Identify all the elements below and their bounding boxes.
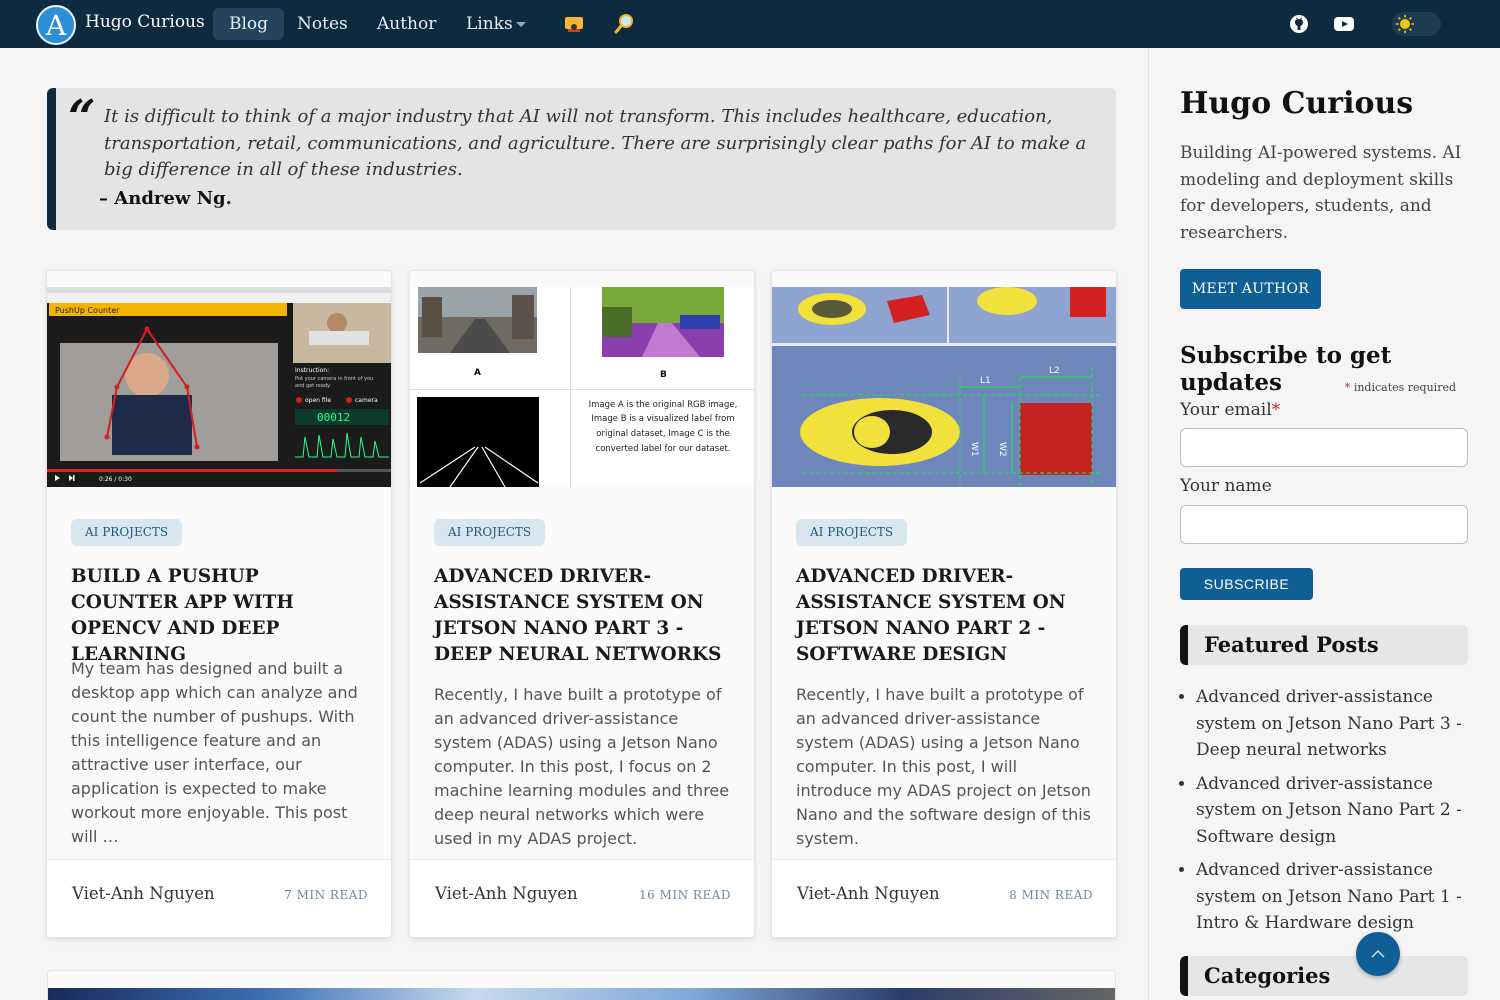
brand-name[interactable]: Hugo Curious (85, 12, 205, 32)
top-navbar: A Hugo Curious Blog Notes Author Links (0, 0, 1500, 48)
read-time: 7 MIN READ (284, 888, 368, 902)
dim-w2: W2 (997, 442, 1007, 457)
search-icon[interactable] (612, 12, 636, 36)
svg-text:Image A is the original RGB im: Image A is the original RGB image, (589, 400, 738, 410)
category-badge[interactable]: AI PROJECTS (434, 519, 546, 546)
svg-text:and get ready.: and get ready. (295, 383, 331, 389)
category-badge[interactable]: AI PROJECTS (71, 519, 183, 546)
post-card-adas-part2[interactable]: L1 L2 W1 W2 AI PROJECTS ADVANCED DRIVER-… (771, 270, 1117, 938)
svg-text:converted label for our datase: converted label for our dataset. (596, 444, 731, 454)
dim-l1: L1 (980, 376, 991, 386)
video-time: 0:26 / 0:30 (99, 476, 132, 483)
post-excerpt: My team has designed and built a desktop… (71, 659, 358, 846)
post-author: Viet-Anh Nguyen (72, 884, 215, 903)
name-label: Your name (1180, 476, 1272, 496)
nav-author[interactable]: Author (361, 8, 452, 40)
email-label-text: Your email (1180, 400, 1272, 420)
post-footer: Viet-Anh Nguyen 16 MIN READ (410, 859, 754, 937)
required-note-text: indicates required (1350, 381, 1456, 394)
name-field[interactable] (1180, 505, 1468, 544)
site-logo[interactable]: A (36, 5, 76, 45)
dim-w1: W1 (969, 442, 979, 457)
meet-author-button[interactable]: MEET AUTHOR (1180, 269, 1321, 309)
instruction-title: Instruction: (295, 367, 329, 374)
post-title[interactable]: ADVANCED DRIVER-ASSISTANCE SYSTEM ON JET… (796, 564, 1096, 668)
required-note: * indicates required (1345, 381, 1456, 394)
post-thumbnail-adas-part3[interactable]: A B Image A is the original RGB image, I… (410, 287, 754, 487)
image-label-a: A (474, 368, 481, 378)
open-file-label: open file (305, 397, 331, 404)
category-badge[interactable]: AI PROJECTS (796, 519, 908, 546)
email-label: Your email* (1180, 400, 1280, 420)
read-time: 8 MIN READ (1009, 888, 1093, 902)
post-card-adas-part3[interactable]: A B Image A is the original RGB image, I… (409, 270, 755, 938)
post-excerpt: Recently, I have built a prototype of an… (434, 685, 730, 848)
post-title[interactable]: ADVANCED DRIVER-ASSISTANCE SYSTEM ON JET… (434, 564, 734, 668)
chevron-up-icon (1371, 949, 1385, 958)
email-required-star: * (1271, 400, 1281, 420)
post-author: Viet-Anh Nguyen (435, 884, 578, 903)
quote-text: It is difficult to think of a major indu… (104, 106, 1087, 180)
sidebar-description: Building AI-powered systems. AI modeling… (1180, 143, 1462, 243)
post-card-pushup[interactable]: PushUp Counter Instruction: Put your cam… (46, 270, 392, 938)
featured-posts-heading: Featured Posts (1180, 625, 1468, 665)
back-to-top-button[interactable] (1356, 932, 1400, 976)
read-time: 16 MIN READ (638, 888, 731, 902)
nav-blog[interactable]: Blog (213, 8, 285, 40)
featured-post-link[interactable]: Advanced driver-assistance system on Jet… (1196, 684, 1471, 764)
post-thumbnail-adas-part2[interactable]: L1 L2 W1 W2 (772, 287, 1116, 487)
post-excerpt: Recently, I have built a prototype of an… (796, 685, 1091, 848)
nav-links-label: Links (466, 14, 513, 34)
dim-l2: L2 (1049, 366, 1060, 376)
post-author: Viet-Anh Nguyen (797, 884, 940, 903)
github-icon[interactable] (1287, 12, 1311, 36)
quote-author: – Andrew Ng. (99, 188, 232, 209)
quote-mark: “ (68, 90, 96, 146)
app-label: PushUp Counter (55, 306, 120, 315)
theme-toggle[interactable] (1392, 12, 1441, 36)
sidebar-divider (1148, 48, 1149, 1000)
featured-posts-list: Advanced driver-assistance system on Jet… (1196, 684, 1471, 944)
svg-text:Image B is a visualized label: Image B is a visualized label from (591, 414, 734, 424)
image-label-b: B (660, 370, 667, 380)
sidebar-title: Hugo Curious (1180, 86, 1414, 121)
email-field[interactable] (1180, 428, 1468, 467)
post-title[interactable]: BUILD A PUSHUP COUNTER APP WITH OPENCV A… (71, 564, 371, 668)
post-thumbnail-pushup[interactable]: PushUp Counter Instruction: Put your cam… (47, 287, 391, 487)
nav-links[interactable]: Links (450, 8, 542, 40)
post-footer: Viet-Anh Nguyen 8 MIN READ (772, 859, 1116, 937)
youtube-icon[interactable] (1332, 12, 1356, 36)
chevron-down-icon (515, 22, 526, 27)
hat-icon[interactable] (562, 12, 586, 36)
featured-post-link[interactable]: Advanced driver-assistance system on Jet… (1196, 857, 1471, 937)
quote-block: “ It is difficult to think of a major in… (47, 88, 1116, 230)
post-thumbnail-next[interactable] (48, 988, 1115, 1000)
featured-post-link[interactable]: Advanced driver-assistance system on Jet… (1196, 771, 1471, 851)
svg-text:original dataset, Image C is t: original dataset, Image C is the (596, 429, 729, 439)
instruction-text: Put your camera in front of you (295, 376, 373, 382)
pushup-counter: 00012 (317, 411, 350, 424)
nav-notes[interactable]: Notes (281, 8, 364, 40)
categories-heading: Categories (1180, 956, 1468, 996)
post-footer: Viet-Anh Nguyen 7 MIN READ (47, 859, 391, 937)
post-card-next[interactable] (47, 970, 1116, 1000)
subscribe-button[interactable]: SUBSCRIBE (1180, 568, 1313, 600)
sun-icon (1396, 15, 1414, 33)
camera-label: camera (355, 397, 378, 404)
